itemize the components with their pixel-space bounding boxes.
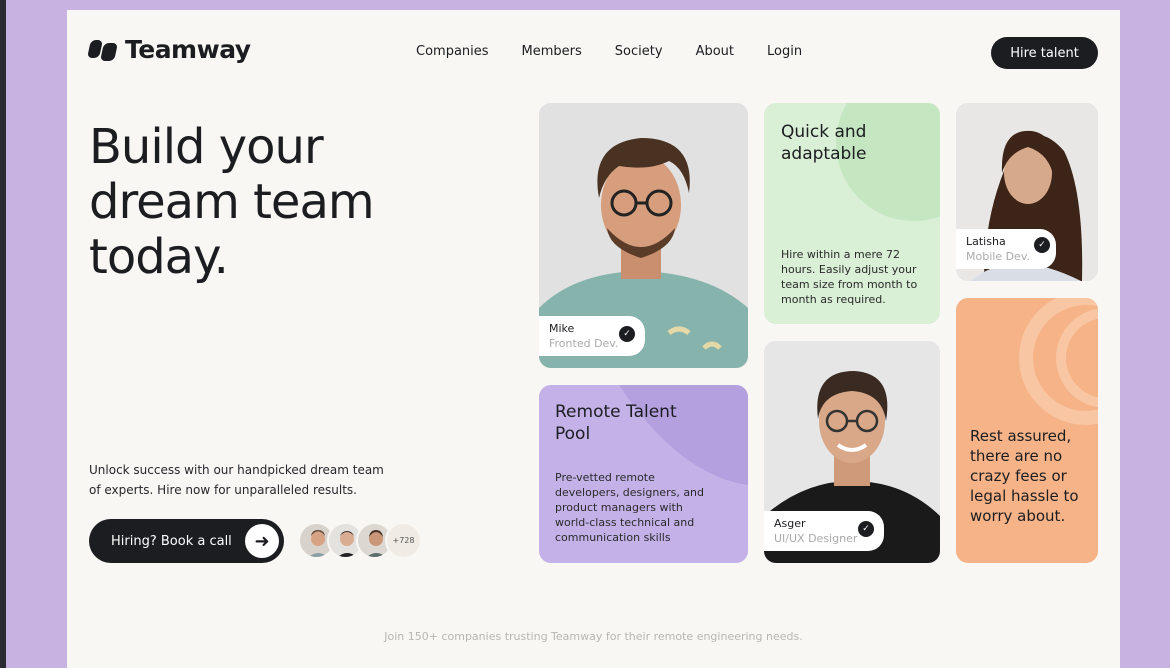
feature-card-quick: Quick and adaptable Hire within a mere 7… [764,103,940,324]
hero-description: Unlock success with our handpicked dream… [89,463,384,497]
member-role: UI/UX Designer [774,532,858,545]
brand-name: Teamway [125,35,251,64]
main-nav: Companies Members Society About Login [416,44,802,59]
member-tag-mike: Mike Fronted Dev. ✓ [539,316,645,356]
member-name: Latisha [966,235,1006,248]
card-title: Quick and adaptable [781,122,867,164]
brand-logo[interactable]: Teamway [87,35,251,64]
card-body: Pre-vetted remote developers, designers,… [555,471,705,544]
headline-line-3: today. [89,229,229,285]
feature-card-remote: Remote Talent Pool Pre-vetted remote dev… [539,385,748,563]
member-card-mike[interactable]: Mike Fronted Dev. ✓ [539,103,748,368]
landing-page: Teamway Companies Members Society About … [67,10,1120,668]
verified-check-icon: ✓ [858,521,874,537]
logo-icon [87,36,119,64]
nav-item-members[interactable]: Members [522,44,582,59]
card-title: Rest assured, there are no crazy fees or… [970,427,1079,525]
member-tag-asger: Asger UI/UX Designer ✓ [764,511,884,551]
headline-line-2: dream team [89,174,375,230]
nav-item-login[interactable]: Login [767,44,802,59]
member-avatars: +728 [298,522,422,559]
nav-item-society[interactable]: Society [615,44,663,59]
member-card-asger[interactable]: Asger UI/UX Designer ✓ [764,341,940,563]
book-call-button[interactable]: Hiring? Book a call ➜ [89,519,284,563]
nav-item-about[interactable]: About [696,44,734,59]
member-tag-latisha: Latisha Mobile Dev. ✓ [956,229,1056,269]
headline-line-1: Build your [89,119,324,175]
nav-item-companies[interactable]: Companies [416,44,489,59]
hire-talent-button[interactable]: Hire talent [991,37,1098,69]
avatar-count-badge: +728 [385,522,422,559]
verified-check-icon: ✓ [619,326,635,342]
footer-tagline: Join 150+ companies trusting Teamway for… [384,630,803,643]
card-title: Remote Talent Pool [555,402,677,444]
arrow-right-icon: ➜ [245,524,279,558]
book-call-label: Hiring? Book a call [111,533,232,549]
hero-headline: Build your dream team today. [89,119,375,285]
verified-check-icon: ✓ [1034,237,1050,253]
member-card-latisha[interactable]: Latisha Mobile Dev. ✓ [956,103,1098,281]
feature-card-fees: Rest assured, there are no crazy fees or… [956,298,1098,563]
window-edge [0,0,6,668]
member-role: Mobile Dev. [966,250,1030,263]
card-body: Hire within a mere 72 hours. Easily adju… [781,248,918,306]
